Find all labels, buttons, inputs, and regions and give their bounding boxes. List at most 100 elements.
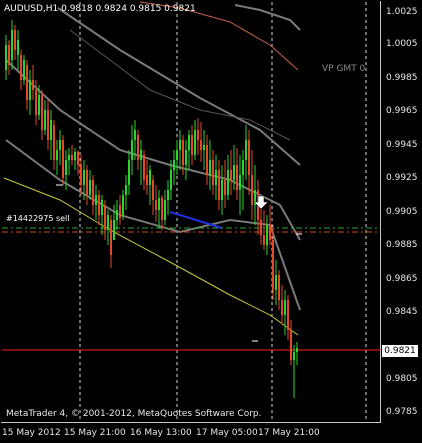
candle-bull [74, 152, 76, 160]
candle-bear [77, 152, 79, 165]
x-tick-label: 17 May 21:00 [258, 428, 320, 438]
candle-bull [179, 140, 181, 150]
chart-title: AUDUSD,H1 0.9818 0.9824 0.9815 0.9821 [4, 4, 196, 14]
candle-bull [215, 170, 217, 185]
candle-bear [26, 65, 28, 100]
x-tick-label: 15 May 21:00 [64, 428, 126, 438]
lower-band [5, 139, 301, 311]
candle-bull [50, 120, 52, 140]
x-tick-label: 16 May 13:00 [130, 428, 192, 438]
y-tick-label: 0.9885 [386, 240, 418, 250]
candle-bear [8, 45, 10, 65]
candle-bear [161, 198, 163, 220]
candle-bear [248, 140, 250, 175]
candle-bear [119, 205, 121, 218]
candle-bull [242, 160, 244, 175]
order-label: #14422975 sell [6, 214, 70, 223]
candle-bear [281, 300, 283, 315]
candle-bear [41, 95, 43, 130]
candle-bull [164, 200, 166, 220]
channel-bands [5, 4, 301, 311]
candle-bull [173, 160, 175, 170]
candle-bull [266, 225, 268, 245]
trend-line-blue [169, 211, 223, 229]
candle-bull [128, 160, 130, 185]
candle-bull [65, 160, 67, 175]
candle-bull [116, 210, 118, 220]
candle-bull [17, 40, 19, 55]
candle-bull [11, 30, 13, 60]
candle-bear [20, 55, 22, 80]
candle-bull [101, 200, 103, 215]
candle-bear [35, 90, 37, 115]
y-tick-label: 0.9985 [386, 73, 418, 83]
candle-bull [44, 110, 46, 130]
candle-bull [209, 160, 211, 175]
candle-bear [14, 30, 16, 50]
candle-bull [5, 45, 7, 70]
candle-bear [278, 275, 280, 300]
candle-bear [269, 225, 271, 240]
candle-bear [197, 130, 199, 140]
candle-bear [32, 80, 34, 90]
candle-bear [71, 155, 73, 160]
candle-bull [68, 155, 70, 160]
chart-window[interactable]: AUDUSD,H1 0.9818 0.9824 0.9815 0.9821 VP… [0, 0, 422, 443]
candle-bull [239, 175, 241, 190]
y-tick-label: 0.9865 [386, 274, 418, 284]
y-tick-label: 1.0025 [386, 7, 418, 17]
candle-bear [230, 170, 232, 180]
candle-bear [251, 175, 253, 205]
candle-bear [182, 140, 184, 165]
candle-bear [200, 140, 202, 150]
candle-bull [131, 140, 133, 160]
candle-bear [191, 135, 193, 155]
candle-bear [224, 180, 226, 195]
y-tick-label: 1.0005 [386, 39, 418, 49]
moving-average-yellow [3, 177, 299, 336]
candle-bear [137, 135, 139, 160]
candle-bull [134, 130, 136, 140]
candle-bear [290, 330, 292, 360]
candle-bull [56, 150, 58, 160]
candle-bear [218, 170, 220, 200]
y-tick-label: 0.9945 [386, 140, 418, 150]
y-tick-label: 0.9905 [386, 207, 418, 217]
candle-bull [221, 180, 223, 200]
candle-bear [86, 170, 88, 195]
candle-bear [62, 140, 64, 178]
current-price-tag: 0.9821 [382, 345, 418, 357]
vp-label: VP GMT 0 [322, 64, 366, 74]
candle-bear [287, 300, 289, 330]
candle-bull [89, 180, 91, 195]
candle-bull [188, 135, 190, 150]
candle-bull [233, 165, 235, 180]
candle-bull [227, 170, 229, 195]
candle-bear [47, 110, 49, 140]
candle-bull [167, 190, 169, 200]
candle-bull [158, 198, 160, 210]
candle-bull [83, 170, 85, 185]
candle-bull [107, 215, 109, 230]
x-tick-label: 17 May 05:00 [196, 428, 258, 438]
candle-bull [95, 195, 97, 205]
candle-bear [143, 155, 145, 180]
candle-bull [185, 150, 187, 165]
y-tick-label: 0.9845 [386, 307, 418, 317]
candle-bull [23, 60, 25, 80]
candle-bear [98, 195, 100, 215]
y-tick-label: 0.9805 [386, 374, 418, 384]
candle-bull [275, 275, 277, 290]
candle-bull [149, 170, 151, 185]
candle-bull [38, 95, 40, 115]
candle-bull [29, 80, 31, 100]
candle-bull [59, 140, 61, 150]
copyright-text: MetaTrader 4, © 2001-2012, MetaQuotes So… [6, 409, 262, 419]
candle-bear [212, 160, 214, 185]
candle-bull [170, 170, 172, 190]
candle-bear [110, 220, 112, 255]
candle-bear [272, 240, 274, 290]
candle-bull [194, 130, 196, 155]
candle-bull [203, 145, 205, 150]
candle-bull [122, 195, 124, 215]
